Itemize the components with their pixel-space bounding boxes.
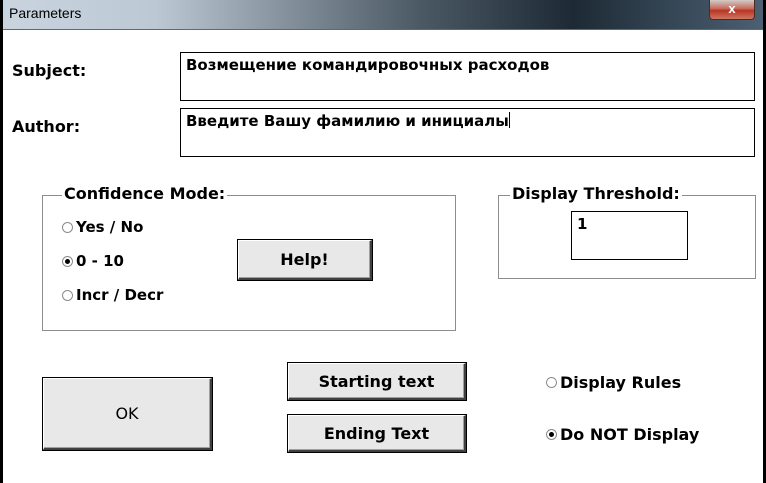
close-button[interactable]: x <box>709 0 755 20</box>
radio-selected-icon <box>546 429 557 440</box>
help-button[interactable]: Help! <box>238 240 372 280</box>
radio-yes-no-label: Yes / No <box>76 218 144 236</box>
radio-circle-icon <box>62 221 73 233</box>
display-threshold-value: 1 <box>577 215 588 233</box>
radio-circle-icon <box>546 377 557 388</box>
ok-button[interactable]: OK <box>43 378 212 450</box>
starting-text-label: Starting text <box>318 371 435 391</box>
ending-text-button[interactable]: Ending Text <box>288 415 466 452</box>
radio-do-not-display[interactable]: Do NOT Display <box>546 425 699 444</box>
text-caret <box>508 112 510 128</box>
ending-text-label: Ending Text <box>323 423 430 443</box>
display-threshold-title: Display Threshold: <box>510 184 682 203</box>
radio-0-10[interactable]: 0 - 10 <box>62 252 124 270</box>
radio-circle-icon <box>62 289 73 301</box>
ok-button-label: OK <box>115 404 139 423</box>
subject-input[interactable]: Возмещение командировочных расходов <box>180 52 755 101</box>
radio-0-10-label: 0 - 10 <box>76 252 124 270</box>
radio-do-not-display-label: Do NOT Display <box>560 425 700 444</box>
starting-text-button[interactable]: Starting text <box>288 363 466 400</box>
close-icon: x <box>728 1 736 16</box>
radio-display-rules[interactable]: Display Rules <box>546 373 681 392</box>
radio-selected-icon <box>62 255 73 267</box>
subject-value: Возмещение командировочных расходов <box>186 56 550 74</box>
radio-display-rules-label: Display Rules <box>560 373 682 392</box>
radio-incr-decr-label: Incr / Decr <box>76 286 164 304</box>
radio-yes-no[interactable]: Yes / No <box>62 218 143 236</box>
parameters-dialog: Parameters x Subject: Возмещение команди… <box>0 0 766 483</box>
display-threshold-input[interactable]: 1 <box>571 211 688 260</box>
author-value: Введите Вашу фамилию и инициалы <box>186 112 509 130</box>
window-title: Parameters <box>9 5 82 21</box>
radio-incr-decr[interactable]: Incr / Decr <box>62 286 163 304</box>
help-button-label: Help! <box>280 250 329 269</box>
confidence-mode-title: Confidence Mode: <box>62 184 228 203</box>
author-input[interactable]: Введите Вашу фамилию и инициалы <box>180 108 755 157</box>
title-bar[interactable]: Parameters x <box>3 0 763 30</box>
author-label: Author: <box>12 117 81 136</box>
subject-label: Subject: <box>12 61 87 80</box>
